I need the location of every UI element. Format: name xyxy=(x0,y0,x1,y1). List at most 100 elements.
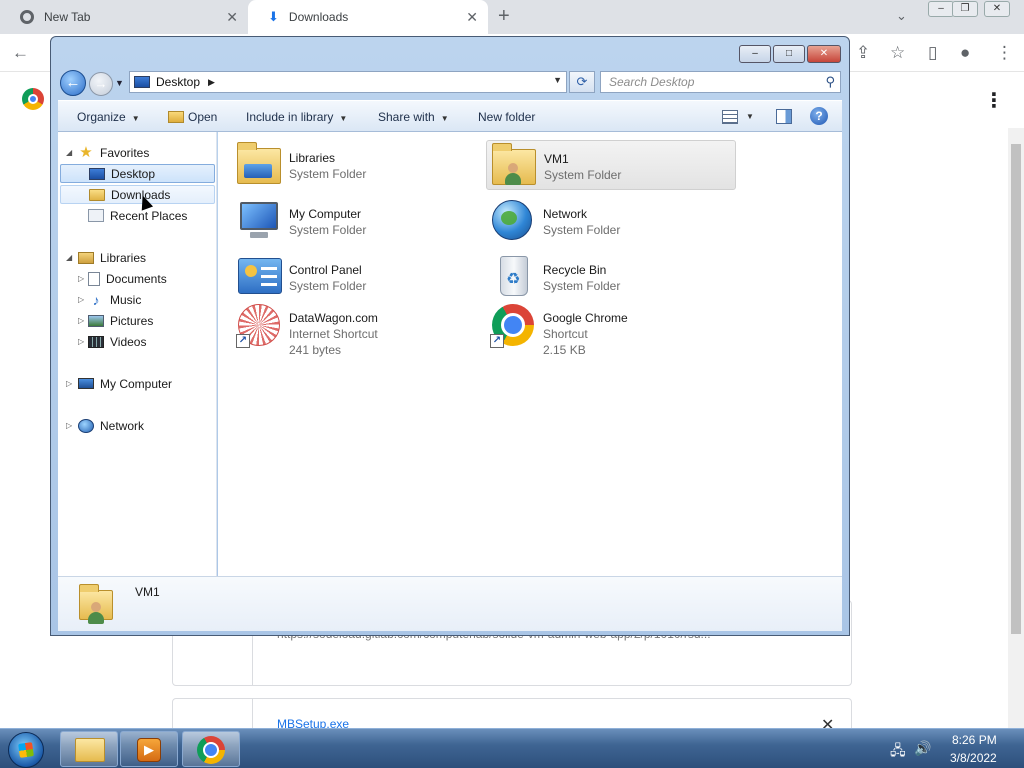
file-item[interactable]: ↗ DataWagon.com Internet Shortcut 241 by… xyxy=(232,300,482,362)
close-tab-icon[interactable]: ✕ xyxy=(226,9,238,26)
nav-videos[interactable]: Videos xyxy=(88,332,146,351)
close-tab-icon[interactable]: ✕ xyxy=(466,9,478,26)
tab-label: New Tab xyxy=(44,10,91,24)
change-view-icon[interactable] xyxy=(722,110,738,124)
nav-label: Desktop xyxy=(111,166,156,181)
close-browser-button[interactable]: ✕ xyxy=(984,1,1010,17)
maximize-button[interactable]: □ xyxy=(773,45,805,63)
network-icon xyxy=(490,198,536,244)
menu-dots-icon[interactable]: ⋮ xyxy=(996,43,1013,63)
network-icon xyxy=(78,418,94,433)
nav-recent-places[interactable]: Recent Places xyxy=(88,206,187,225)
preview-pane-icon[interactable] xyxy=(776,109,792,124)
expander-icon[interactable]: ◢ xyxy=(66,148,72,157)
address-bar[interactable]: Desktop ▶ ▼ xyxy=(129,71,567,93)
expander-icon[interactable]: ▷ xyxy=(66,421,72,430)
nav-my-computer[interactable]: My Computer xyxy=(78,374,172,393)
file-item[interactable]: Libraries System Folder xyxy=(232,140,482,190)
nav-pictures[interactable]: Pictures xyxy=(88,311,153,330)
nav-music[interactable]: ♪ Music xyxy=(88,290,142,309)
nav-libraries[interactable]: Libraries xyxy=(78,248,146,267)
item-type: Shortcut xyxy=(543,327,588,341)
nav-network[interactable]: Network xyxy=(78,416,144,435)
nav-label: Recent Places xyxy=(110,208,188,223)
downloads-folder-icon xyxy=(89,188,105,201)
search-input[interactable]: Search Desktop ⚲ xyxy=(600,71,841,93)
clock-time[interactable]: 8:26 PM xyxy=(952,733,997,747)
computer-icon xyxy=(236,198,282,244)
network-tray-icon[interactable]: 🖧 xyxy=(890,740,906,764)
share-label: Share with xyxy=(378,110,435,124)
breadcrumb-chevron-icon[interactable]: ▶ xyxy=(208,77,215,88)
address-location[interactable]: Desktop xyxy=(156,75,200,89)
view-options-icon[interactable]: ▼ xyxy=(746,112,754,121)
star-icon[interactable]: ☆ xyxy=(890,43,905,63)
desktop-icon xyxy=(89,167,105,180)
include-in-library-button[interactable]: Include in library ▼ xyxy=(246,110,347,124)
share-icon[interactable]: ⇪ xyxy=(856,43,870,63)
clock-date[interactable]: 3/8/2022 xyxy=(950,751,997,765)
expander-icon[interactable]: ▷ xyxy=(78,295,84,304)
close-button[interactable]: ✕ xyxy=(807,45,841,63)
search-icon[interactable]: ⚲ xyxy=(825,74,835,90)
address-dropdown-icon[interactable]: ▼ xyxy=(553,75,562,85)
scrollbar-thumb[interactable] xyxy=(1011,144,1021,634)
back-button[interactable]: ← xyxy=(60,70,86,96)
expander-icon[interactable]: ▷ xyxy=(78,316,84,325)
taskbar-chrome-button[interactable] xyxy=(182,731,240,767)
nav-favorites[interactable]: ★ Favorites xyxy=(78,143,149,162)
chevron-down-icon: ▼ xyxy=(339,114,348,123)
command-bar: Organize ▼ Open Include in library ▼ Share… xyxy=(58,100,842,132)
explorer-window: – □ ✕ ← → ▼ Desktop ▶ ▼ ⟳ Search Desktop… xyxy=(50,36,850,636)
item-name: Control Panel xyxy=(289,263,362,277)
control-panel-icon xyxy=(236,254,282,300)
volume-icon[interactable]: 🔊 xyxy=(914,740,931,757)
tab-downloads[interactable]: ⬇ Downloads ✕ xyxy=(248,0,488,34)
restore-browser-button[interactable]: ❐ xyxy=(952,1,978,17)
item-name: VM1 xyxy=(544,152,569,166)
folder-icon xyxy=(75,738,105,762)
item-name: DataWagon.com xyxy=(289,311,378,325)
file-item[interactable]: Recycle Bin System Folder xyxy=(486,252,736,302)
nav-desktop[interactable]: Desktop xyxy=(60,164,215,183)
start-button[interactable] xyxy=(8,732,44,768)
item-type: System Folder xyxy=(544,168,622,182)
profile-icon[interactable]: ● xyxy=(960,43,970,63)
forward-button[interactable]: → xyxy=(89,72,113,96)
nav-documents[interactable]: Documents xyxy=(88,269,167,288)
new-folder-button[interactable]: New folder xyxy=(478,110,535,124)
back-arrow-icon[interactable]: ← xyxy=(12,43,29,63)
side-panel-icon[interactable]: ▯ xyxy=(928,43,937,63)
expander-icon[interactable]: ▷ xyxy=(78,274,84,283)
tab-new-tab[interactable]: New Tab ✕ xyxy=(0,0,248,34)
file-item[interactable]: My Computer System Folder xyxy=(232,196,482,246)
minimize-browser-button[interactable]: – xyxy=(928,1,954,17)
file-item[interactable]: Network System Folder xyxy=(486,196,736,246)
refresh-button[interactable]: ⟳ xyxy=(569,71,595,93)
chevron-down-icon: ▼ xyxy=(440,114,449,123)
expander-icon[interactable]: ▷ xyxy=(66,379,72,388)
expander-icon[interactable]: ▷ xyxy=(78,337,84,346)
chevron-down-icon[interactable]: ⌄ xyxy=(896,8,907,24)
file-item-selected[interactable]: VM1 System Folder xyxy=(486,140,736,190)
page-scrollbar[interactable] xyxy=(1008,128,1024,728)
help-icon[interactable]: ? xyxy=(810,107,828,125)
taskbar xyxy=(0,728,1024,768)
expander-icon[interactable]: ◢ xyxy=(66,253,72,262)
taskbar-explorer-button[interactable] xyxy=(60,731,118,767)
recent-pages-dropdown[interactable]: ▼ xyxy=(115,78,124,88)
nav-label: Libraries xyxy=(100,250,147,265)
downloads-menu-icon[interactable]: ⋮ xyxy=(984,88,1004,113)
organize-button[interactable]: Organize ▼ xyxy=(77,110,140,124)
new-tab-button[interactable]: + xyxy=(498,5,510,28)
open-button[interactable]: Open xyxy=(168,110,217,124)
shortcut-arrow-icon: ↗ xyxy=(236,334,250,348)
share-with-button[interactable]: Share with ▼ xyxy=(378,110,449,124)
taskbar-media-player-button[interactable] xyxy=(120,731,178,767)
item-name: Google Chrome xyxy=(543,311,628,325)
file-item[interactable]: ↗ Google Chrome Shortcut 2.15 KB xyxy=(486,300,736,362)
recent-places-icon xyxy=(88,209,104,222)
file-item[interactable]: Control Panel System Folder xyxy=(232,252,482,302)
minimize-button[interactable]: – xyxy=(739,45,771,63)
desktop-icon xyxy=(134,76,150,88)
